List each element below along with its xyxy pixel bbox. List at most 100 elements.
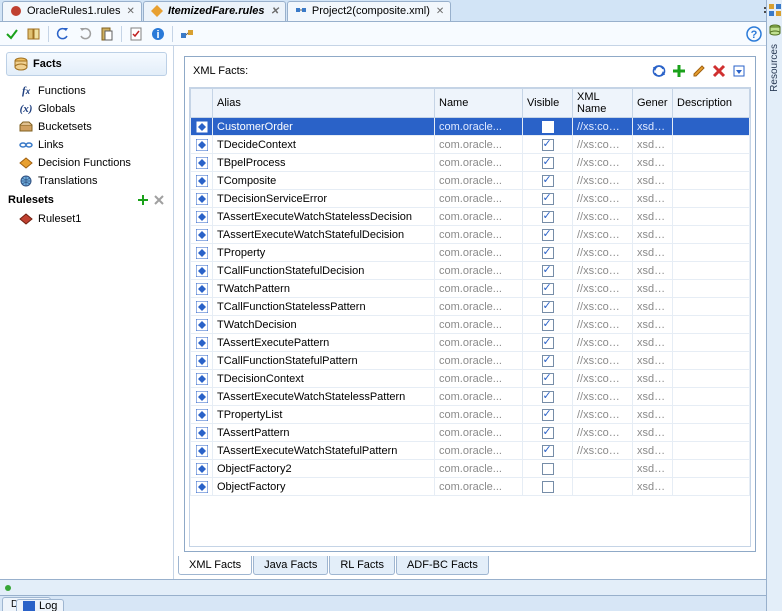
col-generated[interactable]: Gener: [633, 89, 673, 118]
resources-icon[interactable]: [768, 23, 782, 37]
visible-checkbox[interactable]: [542, 247, 554, 259]
visible-checkbox[interactable]: [542, 355, 554, 367]
editor-tab[interactable]: OracleRules1.rules✕: [2, 1, 142, 21]
sidebar-item-links[interactable]: Links: [0, 136, 173, 154]
sidebar-item-translations[interactable]: Translations: [0, 172, 173, 190]
col-xmlname[interactable]: XML Name: [573, 89, 633, 118]
table-row[interactable]: TCallFunctionStatefulDecisioncom.oracle.…: [191, 262, 750, 280]
visible-checkbox[interactable]: [542, 283, 554, 295]
table-row[interactable]: TAssertExecuteWatchStatefulDecisioncom.o…: [191, 226, 750, 244]
table-row[interactable]: TDecisionServiceErrorcom.oracle...//xs:c…: [191, 190, 750, 208]
edit-fact-icon[interactable]: [691, 63, 707, 79]
info-icon[interactable]: i: [150, 26, 166, 42]
col-alias[interactable]: Alias: [213, 89, 435, 118]
cell-visible[interactable]: [523, 388, 573, 406]
visible-checkbox[interactable]: [542, 409, 554, 421]
configure-icon[interactable]: [179, 26, 195, 42]
visible-checkbox[interactable]: [542, 319, 554, 331]
table-row[interactable]: TPropertycom.oracle...//xs:co…xsd…: [191, 244, 750, 262]
visible-checkbox[interactable]: [542, 211, 554, 223]
cell-visible[interactable]: [523, 460, 573, 478]
close-icon[interactable]: ✕: [271, 6, 279, 17]
visible-checkbox[interactable]: [542, 445, 554, 457]
sub-tab[interactable]: XML Facts: [178, 556, 252, 575]
cell-visible[interactable]: [523, 226, 573, 244]
refresh-icon[interactable]: [651, 63, 667, 79]
sub-tab[interactable]: Java Facts: [253, 556, 328, 575]
sub-tab[interactable]: RL Facts: [329, 556, 395, 575]
sidebar-item-decision[interactable]: Decision Functions: [0, 154, 173, 172]
visible-checkbox[interactable]: [542, 157, 554, 169]
fact-menu-icon[interactable]: [731, 63, 747, 79]
table-row[interactable]: TDecideContextcom.oracle...//xs:co…xsd…: [191, 136, 750, 154]
sidebar-item-globals[interactable]: (x)Globals: [0, 100, 173, 118]
sub-tab[interactable]: ADF-BC Facts: [396, 556, 489, 575]
cell-visible[interactable]: [523, 424, 573, 442]
table-row[interactable]: TAssertPatterncom.oracle...//xs:co…xsd…: [191, 424, 750, 442]
cell-visible[interactable]: [523, 118, 573, 136]
cell-visible[interactable]: [523, 244, 573, 262]
validate-icon[interactable]: [4, 26, 20, 42]
ruleset-item[interactable]: Ruleset1: [0, 210, 173, 228]
add-fact-icon[interactable]: [671, 63, 687, 79]
cell-visible[interactable]: [523, 190, 573, 208]
editor-tab[interactable]: ItemizedFare.rules✕: [143, 1, 286, 21]
resources-rail-label[interactable]: Resources: [769, 44, 780, 92]
close-icon[interactable]: ✕: [127, 6, 135, 17]
table-row[interactable]: ObjectFactorycom.oracle...xsd…: [191, 478, 750, 496]
table-row[interactable]: TWatchDecisioncom.oracle...//xs:co…xsd…: [191, 316, 750, 334]
table-row[interactable]: CustomerOrdercom.oracle...//xs:co…xsd…: [191, 118, 750, 136]
sidebar-item-functions[interactable]: fxFunctions: [0, 82, 173, 100]
visible-checkbox[interactable]: [542, 139, 554, 151]
table-row[interactable]: TDecisionContextcom.oracle...//xs:co…xsd…: [191, 370, 750, 388]
redo-icon[interactable]: [77, 26, 93, 42]
table-row[interactable]: TAssertExecuteWatchStatelessDecisioncom.…: [191, 208, 750, 226]
dictionary-icon[interactable]: [26, 26, 42, 42]
table-row[interactable]: TCallFunctionStatefulPatterncom.oracle..…: [191, 352, 750, 370]
cell-visible[interactable]: [523, 280, 573, 298]
visible-checkbox[interactable]: [542, 229, 554, 241]
cell-visible[interactable]: [523, 406, 573, 424]
table-row[interactable]: TCallFunctionStatelessPatterncom.oracle.…: [191, 298, 750, 316]
cell-visible[interactable]: [523, 370, 573, 388]
visible-checkbox[interactable]: [542, 337, 554, 349]
facts-header[interactable]: Facts: [6, 52, 167, 76]
visible-checkbox[interactable]: [542, 463, 554, 475]
cell-visible[interactable]: [523, 442, 573, 460]
visible-checkbox[interactable]: [542, 175, 554, 187]
cell-visible[interactable]: [523, 208, 573, 226]
add-ruleset-icon[interactable]: [137, 194, 149, 206]
cell-visible[interactable]: [523, 172, 573, 190]
col-description[interactable]: Description: [673, 89, 750, 118]
table-row[interactable]: TBpelProcesscom.oracle...//xs:co…xsd…: [191, 154, 750, 172]
delete-ruleset-icon[interactable]: [153, 194, 165, 206]
visible-checkbox[interactable]: [542, 391, 554, 403]
cell-visible[interactable]: [523, 298, 573, 316]
cell-visible[interactable]: [523, 478, 573, 496]
table-row[interactable]: TAssertExecutePatterncom.oracle...//xs:c…: [191, 334, 750, 352]
visible-checkbox[interactable]: [542, 481, 554, 493]
visible-checkbox[interactable]: [542, 193, 554, 205]
cell-visible[interactable]: [523, 136, 573, 154]
cell-visible[interactable]: [523, 316, 573, 334]
cell-visible[interactable]: [523, 262, 573, 280]
visible-checkbox[interactable]: [542, 121, 554, 133]
visible-checkbox[interactable]: [542, 373, 554, 385]
undo-icon[interactable]: [55, 26, 71, 42]
visible-checkbox[interactable]: [542, 427, 554, 439]
cell-visible[interactable]: [523, 352, 573, 370]
sidebar-item-bucketsets[interactable]: Bucketsets: [0, 118, 173, 136]
table-row[interactable]: TPropertyListcom.oracle...//xs:co…xsd…: [191, 406, 750, 424]
col-name[interactable]: Name: [435, 89, 523, 118]
help-icon[interactable]: ?: [746, 26, 762, 42]
table-row[interactable]: TWatchPatterncom.oracle...//xs:co…xsd…: [191, 280, 750, 298]
delete-fact-icon[interactable]: [711, 63, 727, 79]
close-icon[interactable]: ✕: [436, 6, 444, 17]
paste-icon[interactable]: [99, 26, 115, 42]
cell-visible[interactable]: [523, 154, 573, 172]
col-visible[interactable]: Visible: [523, 89, 573, 118]
components-icon[interactable]: [768, 3, 782, 17]
verify-icon[interactable]: [128, 26, 144, 42]
log-tab[interactable]: Log: [16, 599, 64, 611]
col-icon[interactable]: [191, 89, 213, 118]
